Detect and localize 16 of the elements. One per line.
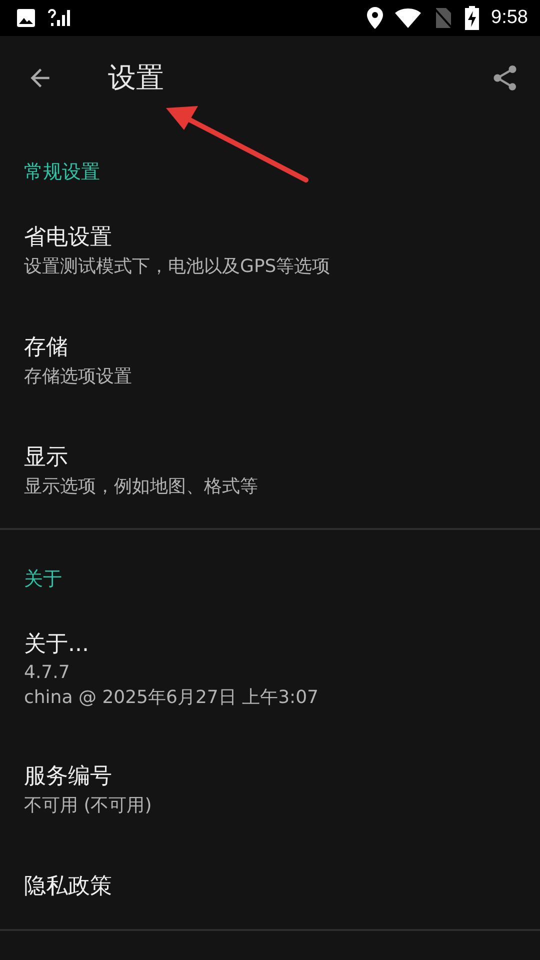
clock-time: 9:58 [491, 7, 528, 29]
battery-charging-icon [465, 6, 480, 30]
settings-item[interactable]: 显示 显示选项，例如地图、格式等 [0, 418, 540, 528]
settings-item[interactable]: 关于... 4.7.7 china @ 2025年6月27日 上午3:07 [0, 605, 540, 737]
settings-item[interactable]: 服务编号 不可用 (不可用) [0, 737, 540, 847]
location-icon [367, 7, 384, 29]
settings-item[interactable]: 存储 存储选项设置 [0, 308, 540, 418]
signal-icon [48, 8, 70, 28]
section-header: 常规设置 [24, 160, 100, 185]
no-sim-icon [433, 7, 454, 29]
section-header: 关于 [24, 567, 62, 592]
settings-item[interactable]: 省电设置 设置测试模式下，电池以及GPS等选项 [0, 198, 540, 308]
page-title: 设置 [108, 60, 165, 96]
image-icon [16, 8, 36, 28]
settings-item[interactable]: 隐私政策 [0, 847, 540, 929]
wifi-icon [395, 8, 422, 28]
